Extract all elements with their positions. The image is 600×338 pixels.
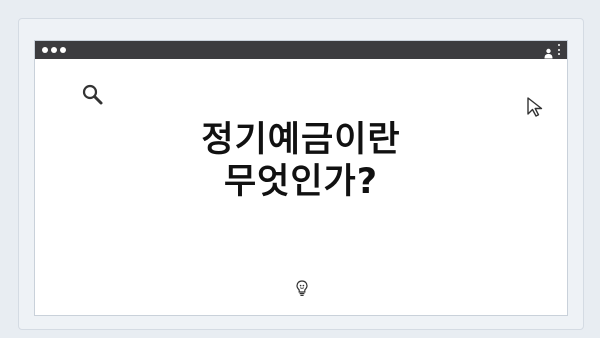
search-icon	[81, 83, 105, 107]
page-title-line-1: 정기예금이란	[201, 120, 401, 160]
titlebar-actions	[544, 44, 561, 59]
close-window-button[interactable]	[42, 47, 48, 53]
cursor-icon	[525, 96, 547, 118]
window-controls	[42, 47, 66, 53]
user-icon[interactable]	[544, 44, 553, 59]
browser-titlebar	[35, 41, 567, 59]
page-title-line-2: 무엇인가?	[223, 162, 379, 202]
maximize-window-button[interactable]	[60, 47, 66, 53]
minimize-window-button[interactable]	[51, 47, 57, 53]
page-content: 정기예금이란 무엇인가?	[35, 59, 567, 315]
lightbulb-icon	[295, 279, 309, 297]
browser-window: 정기예금이란 무엇인가?	[34, 40, 568, 316]
kebab-menu-icon[interactable]	[558, 44, 561, 55]
page-title: 정기예금이란 무엇인가?	[35, 119, 567, 203]
